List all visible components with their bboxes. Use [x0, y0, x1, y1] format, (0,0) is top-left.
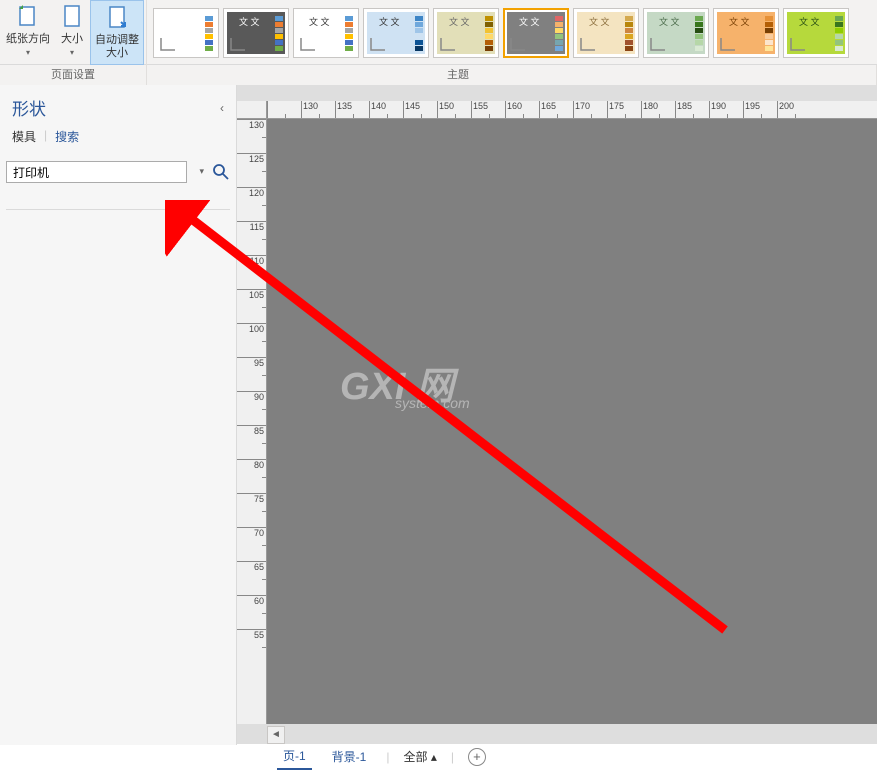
theme-item[interactable]: 文 文: [573, 8, 639, 58]
sidebar-tabs: 模具 | 搜索: [0, 126, 236, 153]
ruler-corner: [237, 101, 267, 119]
theme-item[interactable]: 文 文: [223, 8, 289, 58]
divider: [6, 209, 230, 210]
page-tab-bg[interactable]: 背景-1: [326, 744, 373, 769]
theme-item[interactable]: 文 文: [503, 8, 569, 58]
drawing-canvas[interactable]: [267, 119, 877, 724]
add-page-button[interactable]: +: [468, 748, 486, 766]
shapes-sidebar: 形状 ‹ 模具 | 搜索 ▾: [0, 85, 237, 745]
search-icon[interactable]: [212, 163, 230, 181]
sidebar-header: 形状 ‹: [0, 85, 236, 126]
vertical-ruler: 130125120115110105100959085807570656055: [237, 119, 267, 724]
auto-adjust-button[interactable]: 自动调整 大小: [90, 0, 144, 65]
theme-item[interactable]: 文 文: [783, 8, 849, 58]
theme-item[interactable]: [153, 8, 219, 58]
collapse-sidebar-button[interactable]: ‹: [220, 101, 224, 115]
search-dropdown-icon[interactable]: ▾: [199, 166, 204, 177]
theme-item[interactable]: 文 文: [713, 8, 779, 58]
page-setup-label: 页面设置: [0, 65, 147, 85]
theme-item[interactable]: 文 文: [293, 8, 359, 58]
canvas-area: 1301351401451501551601651701751801851901…: [237, 85, 877, 744]
orientation-label: 纸张方向: [6, 33, 50, 46]
orientation-icon: [14, 3, 42, 31]
all-pages-button[interactable]: 全部 ▴: [403, 748, 436, 765]
tab-stencils[interactable]: 模具: [12, 128, 44, 145]
theme-item[interactable]: 文 文: [643, 8, 709, 58]
tab-search[interactable]: 搜索: [55, 128, 87, 145]
ribbon: 纸张方向 ▾ 大小 ▾ 自动调整 大小 文 文文 文文 文文 文文 文文 文文 …: [0, 0, 877, 65]
sidebar-title: 形状: [12, 95, 46, 120]
search-input[interactable]: [6, 161, 187, 183]
page-tabs: 页-1 背景-1 | 全部 ▴ | +: [237, 744, 877, 769]
theme-gallery: 文 文文 文文 文文 文文 文文 文文 文文 文文 文: [147, 0, 855, 65]
chevron-down-icon: ▾: [70, 48, 74, 58]
auto-adjust-label: 自动调整 大小: [95, 34, 139, 60]
orientation-button[interactable]: 纸张方向 ▾: [2, 0, 54, 65]
ribbon-group-labels: 页面设置 主题: [0, 65, 877, 85]
horizontal-ruler: 1301351401451501551601651701751801851901…: [267, 101, 877, 119]
size-icon: [58, 3, 86, 31]
chevron-down-icon: ▾: [26, 48, 30, 58]
auto-adjust-icon: [103, 4, 131, 32]
scroll-left-button[interactable]: ◄: [267, 726, 285, 744]
theme-item[interactable]: 文 文: [433, 8, 499, 58]
page-tab-1[interactable]: 页-1: [277, 743, 312, 770]
size-button[interactable]: 大小 ▾: [54, 0, 90, 65]
themes-label: 主题: [147, 65, 877, 85]
size-label: 大小: [61, 33, 83, 46]
theme-item[interactable]: 文 文: [363, 8, 429, 58]
search-row: ▾: [0, 153, 236, 189]
page-setup-group: 纸张方向 ▾ 大小 ▾ 自动调整 大小: [0, 0, 147, 65]
